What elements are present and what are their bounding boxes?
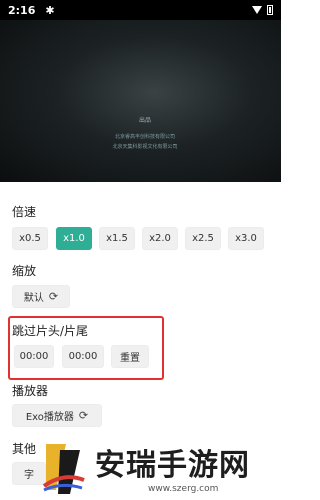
signal-icon: [252, 6, 262, 14]
player-select-button[interactable]: Exo播放器 ⟳: [12, 404, 102, 427]
speed-option-1.5[interactable]: x1.5: [99, 227, 135, 250]
speed-option-2.5[interactable]: x2.5: [185, 227, 221, 250]
speed-option-0.5[interactable]: x0.5: [12, 227, 48, 250]
credits-line: 北京天集科影视文化有限公司: [112, 144, 178, 150]
refresh-icon: ⟳: [48, 290, 59, 303]
zoom-section-title: 缩放: [12, 264, 37, 278]
skip-opening-button[interactable]: 00:00: [14, 345, 54, 368]
skip-ending-button[interactable]: 00:00: [62, 345, 104, 368]
status-icons: [252, 5, 273, 15]
speed-option-1.0[interactable]: x1.0: [56, 227, 92, 250]
speed-section-title: 倍速: [12, 205, 37, 219]
player-select-label: Exo播放器: [25, 412, 74, 423]
battery-icon: [267, 5, 273, 15]
zoom-mode-button[interactable]: 默认 ⟳: [12, 285, 70, 308]
video-player[interactable]: 出品 北京睿高丰创科技有限公司 北京天集科影视文化有限公司: [0, 20, 281, 182]
status-bar: 2:16 ✱: [0, 0, 281, 20]
other-section-title: 其他: [12, 442, 37, 456]
zoom-mode-label: 默认: [23, 293, 44, 304]
speed-option-2.0[interactable]: x2.0: [142, 227, 178, 250]
credits-line: 北京睿高丰创科技有限公司: [114, 134, 175, 140]
refresh-icon: ⟳: [78, 409, 89, 422]
credits-title: 出品: [138, 117, 151, 124]
video-credits: 出品 北京睿高丰创科技有限公司 北京天集科影视文化有限公司: [60, 115, 230, 152]
watermark-url: www.szerg.com: [148, 484, 219, 494]
status-time: 2:16: [8, 3, 36, 17]
watermark-text: 安瑞手游网: [95, 448, 250, 483]
player-section-title: 播放器: [12, 384, 49, 398]
speed-option-3.0[interactable]: x3.0: [228, 227, 264, 250]
bug-icon: ✱: [45, 3, 55, 17]
reset-button[interactable]: 重置: [111, 345, 149, 368]
skip-section-title: 跳过片头/片尾: [12, 324, 89, 338]
watermark-logo-icon: [42, 444, 85, 494]
watermark: 安瑞手游网 www.szerg.com: [40, 430, 281, 500]
